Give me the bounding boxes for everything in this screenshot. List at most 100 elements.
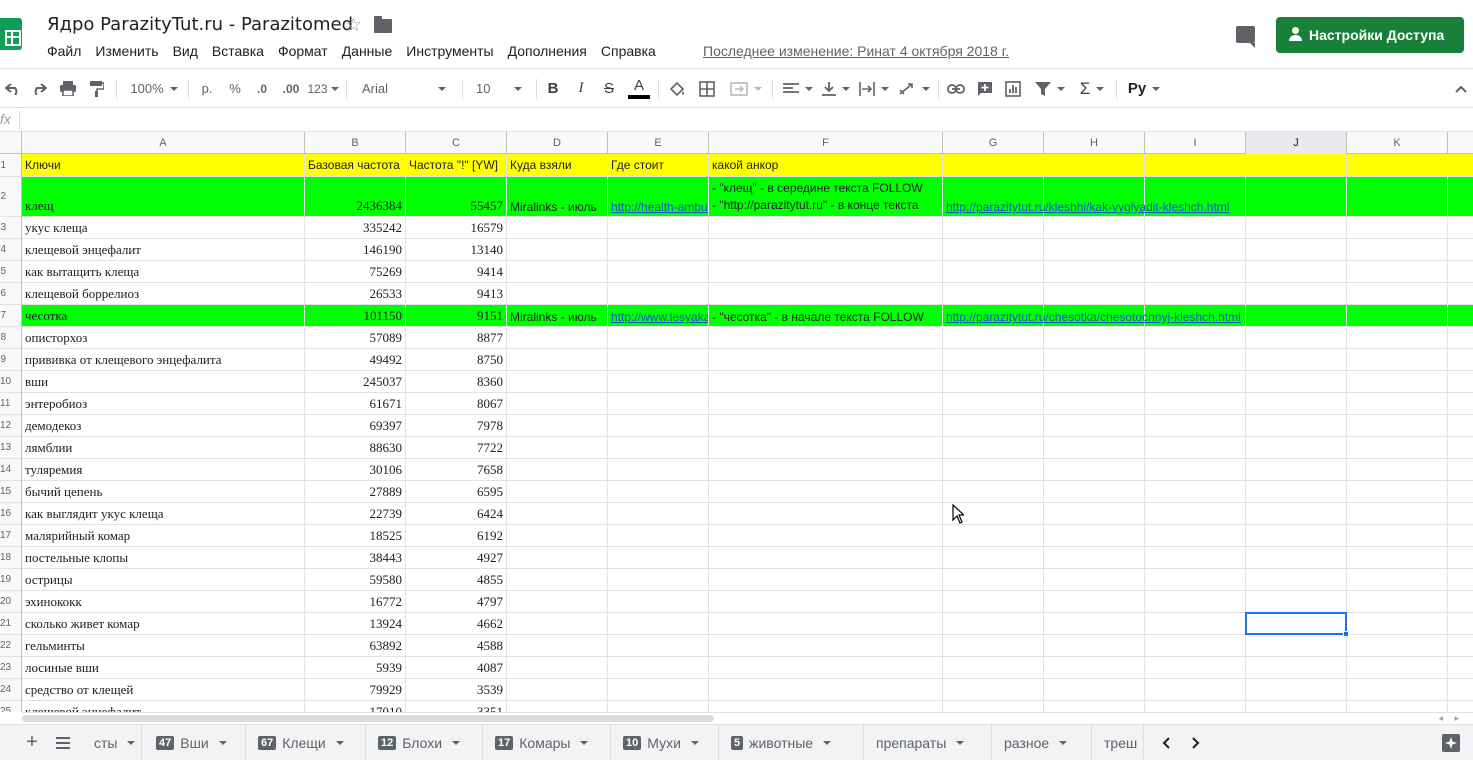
cell-e[interactable]	[608, 393, 709, 414]
cell-k[interactable]	[1347, 305, 1448, 326]
row-number[interactable]: 6	[0, 283, 21, 305]
cell-g[interactable]	[943, 701, 1044, 712]
cell-c[interactable]: Частота "!" [YW]	[406, 154, 507, 176]
scrollbar-thumb[interactable]	[22, 715, 714, 722]
cell-j[interactable]	[1246, 525, 1347, 546]
menu-help[interactable]: Справка	[601, 43, 656, 59]
cell-b[interactable]: 49492	[305, 349, 406, 370]
cell-f[interactable]	[709, 503, 943, 524]
menu-insert[interactable]: Вставка	[212, 43, 264, 59]
cell-j[interactable]	[1246, 503, 1347, 524]
cell-i[interactable]	[1145, 349, 1246, 370]
vertical-align-icon[interactable]	[818, 69, 854, 108]
cell-e[interactable]: http://www.lesyaka.ru	[608, 305, 709, 326]
sheet-tab[interactable]: 5 животные	[719, 725, 864, 760]
cell-g[interactable]	[943, 459, 1044, 480]
cell-a[interactable]: туляремия	[22, 459, 305, 480]
cell-i[interactable]	[1145, 154, 1246, 176]
fill-color-icon[interactable]	[666, 69, 688, 108]
bold-button[interactable]: B	[542, 69, 564, 108]
sheet-tab-menu-icon[interactable]	[452, 740, 461, 745]
sheet-tab[interactable]: треш	[1092, 725, 1144, 760]
cell-i[interactable]	[1145, 679, 1246, 700]
cell-a[interactable]: Ключи	[22, 154, 305, 176]
cell-a[interactable]: сколько живет комар	[22, 613, 305, 634]
cell-a[interactable]: как вытащить клеща	[22, 261, 305, 282]
cell-j[interactable]	[1246, 371, 1347, 392]
more-formats-select[interactable]: 123	[306, 69, 340, 108]
cell-b[interactable]: 61671	[305, 393, 406, 414]
sheet-tab-menu-icon[interactable]	[127, 740, 136, 745]
cell-a[interactable]: средство от клещей	[22, 679, 305, 700]
sheet-tab-menu-icon[interactable]	[580, 740, 589, 745]
text-wrapping-icon[interactable]	[856, 69, 892, 108]
cell-b[interactable]: 101150	[305, 305, 406, 326]
sheet-tab[interactable]: сты	[82, 725, 142, 760]
cell-b[interactable]: 69397	[305, 415, 406, 436]
cell-a[interactable]: клещевой энцефалит	[22, 701, 305, 712]
cell-a[interactable]: укус клеща	[22, 217, 305, 238]
menu-view[interactable]: Вид	[173, 43, 198, 59]
cell-a[interactable]: клещ	[22, 177, 305, 216]
cell-b[interactable]: 27889	[305, 481, 406, 502]
cell-f[interactable]	[709, 459, 943, 480]
row-number[interactable]: 20	[0, 591, 21, 613]
cell-e[interactable]	[608, 547, 709, 568]
cell-h[interactable]	[1044, 217, 1145, 238]
cell-b[interactable]: 2436384	[305, 177, 406, 216]
cell-d[interactable]	[507, 591, 608, 612]
cell-e[interactable]	[608, 327, 709, 348]
cell-c[interactable]: 8067	[406, 393, 507, 414]
cell-e[interactable]: Где стоит	[608, 154, 709, 176]
sheet-tab[interactable]: препараты	[864, 725, 992, 760]
redo-icon[interactable]	[28, 69, 50, 108]
cell-c[interactable]: 4855	[406, 569, 507, 590]
cell-h[interactable]	[1044, 569, 1145, 590]
cell-k[interactable]	[1347, 349, 1448, 370]
cell-i[interactable]	[1145, 701, 1246, 712]
select-all-corner[interactable]	[0, 132, 22, 154]
cell-g[interactable]	[943, 283, 1044, 304]
cell-d[interactable]: Miralinks - июль	[507, 305, 608, 326]
menu-data[interactable]: Данные	[342, 43, 393, 59]
print-icon[interactable]	[57, 69, 79, 108]
cell-g[interactable]	[943, 525, 1044, 546]
cell-c[interactable]: 9414	[406, 261, 507, 282]
cell-f[interactable]: какой анкор	[709, 154, 943, 176]
cell-i[interactable]	[1145, 459, 1246, 480]
row-number[interactable]: 10	[0, 371, 21, 393]
cell-c[interactable]: 3351	[406, 701, 507, 712]
row-number[interactable]: 18	[0, 547, 21, 569]
cell-a[interactable]: энтеробиоз	[22, 393, 305, 414]
cell-k[interactable]	[1347, 261, 1448, 282]
undo-icon[interactable]	[2, 69, 24, 108]
cell-b[interactable]: 18525	[305, 525, 406, 546]
scroll-left-icon[interactable]: ◂	[1438, 713, 1443, 724]
collapse-chevron-icon[interactable]	[1450, 69, 1472, 108]
last-edit-link[interactable]: Последнее изменение: Ринат 4 октября 201…	[703, 43, 1009, 59]
cell-e[interactable]	[608, 591, 709, 612]
sheet-tab[interactable]: 10 Мухи	[611, 725, 719, 760]
cell-e[interactable]	[608, 261, 709, 282]
cell-h[interactable]	[1044, 371, 1145, 392]
cell-d[interactable]	[507, 349, 608, 370]
tabs-scroll-left-icon[interactable]	[1156, 725, 1176, 760]
cell-d[interactable]	[507, 415, 608, 436]
cell-e[interactable]	[608, 481, 709, 502]
cell-c[interactable]: 6424	[406, 503, 507, 524]
sheet-tab[interactable]: 47 Вши	[144, 725, 246, 760]
fill-handle[interactable]	[1343, 631, 1349, 637]
all-sheets-icon[interactable]	[52, 725, 74, 760]
cell-f[interactable]	[709, 371, 943, 392]
cell-a[interactable]: острицы	[22, 569, 305, 590]
cell-e[interactable]	[608, 635, 709, 656]
cell-e[interactable]	[608, 569, 709, 590]
scroll-right-icon[interactable]: ▸	[1454, 713, 1459, 724]
column-header-j[interactable]: J	[1246, 132, 1347, 154]
cell-f[interactable]	[709, 437, 943, 458]
cell-d[interactable]	[507, 261, 608, 282]
cell-a[interactable]: гельминты	[22, 635, 305, 656]
cell-d[interactable]	[507, 503, 608, 524]
cell-f[interactable]	[709, 701, 943, 712]
cell-h[interactable]	[1044, 327, 1145, 348]
